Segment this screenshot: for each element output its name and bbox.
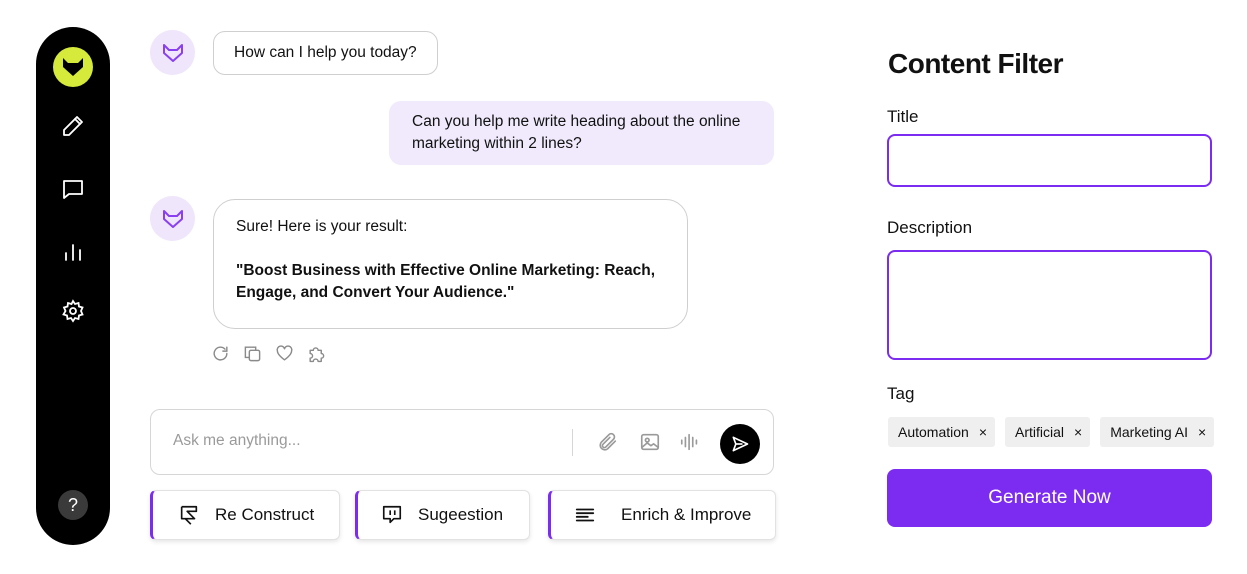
- title-label: Title: [887, 107, 919, 126]
- description-field[interactable]: [887, 250, 1212, 360]
- description-label: Description: [887, 218, 973, 237]
- enrich-improve-button[interactable]: Enrich & Improve: [548, 490, 776, 540]
- bot-message: How can I help you today?: [213, 31, 438, 75]
- text-lines-icon: [573, 503, 597, 527]
- tag-chip: Automation ×: [888, 417, 996, 447]
- send-button[interactable]: [720, 424, 760, 464]
- bot-avatar: [150, 30, 195, 75]
- message-actions: [210, 343, 326, 363]
- user-message: Can you help me write heading about the …: [389, 101, 774, 165]
- chat-input-box: [150, 409, 774, 475]
- reconstruct-icon: [177, 503, 201, 527]
- bot-avatar: [150, 196, 195, 241]
- bot-result-message: Sure! Here is your result: "Boost Busine…: [213, 199, 688, 329]
- gear-icon[interactable]: [59, 297, 87, 325]
- tag-remove-icon[interactable]: ×: [1074, 424, 1082, 440]
- help-button[interactable]: ?: [58, 490, 88, 520]
- tag-remove-icon[interactable]: ×: [1198, 424, 1206, 440]
- chat-icon[interactable]: [59, 175, 87, 203]
- title-field[interactable]: [887, 134, 1212, 187]
- tag-text: Automation: [898, 424, 969, 440]
- suggestion-label: Sugeestion: [418, 505, 504, 524]
- chat-input[interactable]: [173, 428, 553, 454]
- sidebar: ?: [36, 27, 110, 545]
- input-divider: [572, 429, 573, 456]
- generate-now-button[interactable]: Generate Now: [887, 469, 1212, 527]
- heart-icon[interactable]: [274, 343, 294, 363]
- enrich-improve-label: Enrich & Improve: [621, 505, 752, 524]
- reconstruct-label: Re Construct: [215, 505, 315, 524]
- image-icon[interactable]: [638, 430, 662, 454]
- panel-title: Content Filter: [888, 48, 1064, 79]
- tag-text: Marketing AI: [1110, 424, 1189, 440]
- suggestion-icon: [380, 503, 404, 527]
- reconstruct-button[interactable]: Re Construct: [150, 490, 340, 540]
- result-intro: Sure! Here is your result:: [236, 218, 408, 235]
- tag-chip: Artificial ×: [1005, 417, 1091, 447]
- result-text: "Boost Business with Effective Online Ma…: [236, 262, 656, 301]
- pencil-icon[interactable]: [59, 112, 87, 140]
- refresh-icon[interactable]: [210, 343, 230, 363]
- fox-logo-icon[interactable]: [53, 47, 93, 87]
- voice-icon[interactable]: [678, 430, 702, 454]
- send-icon: [732, 436, 749, 452]
- tag-list: Automation × Artificial × Marketing AI ×: [888, 417, 1215, 447]
- paperclip-icon[interactable]: [596, 430, 620, 454]
- tag-chip: Marketing AI ×: [1100, 417, 1215, 447]
- tag-text: Artificial: [1015, 424, 1065, 440]
- puzzle-icon[interactable]: [306, 343, 326, 363]
- suggestion-button[interactable]: Sugeestion: [355, 490, 530, 540]
- bar-chart-icon[interactable]: [59, 238, 87, 266]
- copy-icon[interactable]: [242, 343, 262, 363]
- tag-remove-icon[interactable]: ×: [979, 424, 987, 440]
- tag-label: Tag: [887, 384, 915, 403]
